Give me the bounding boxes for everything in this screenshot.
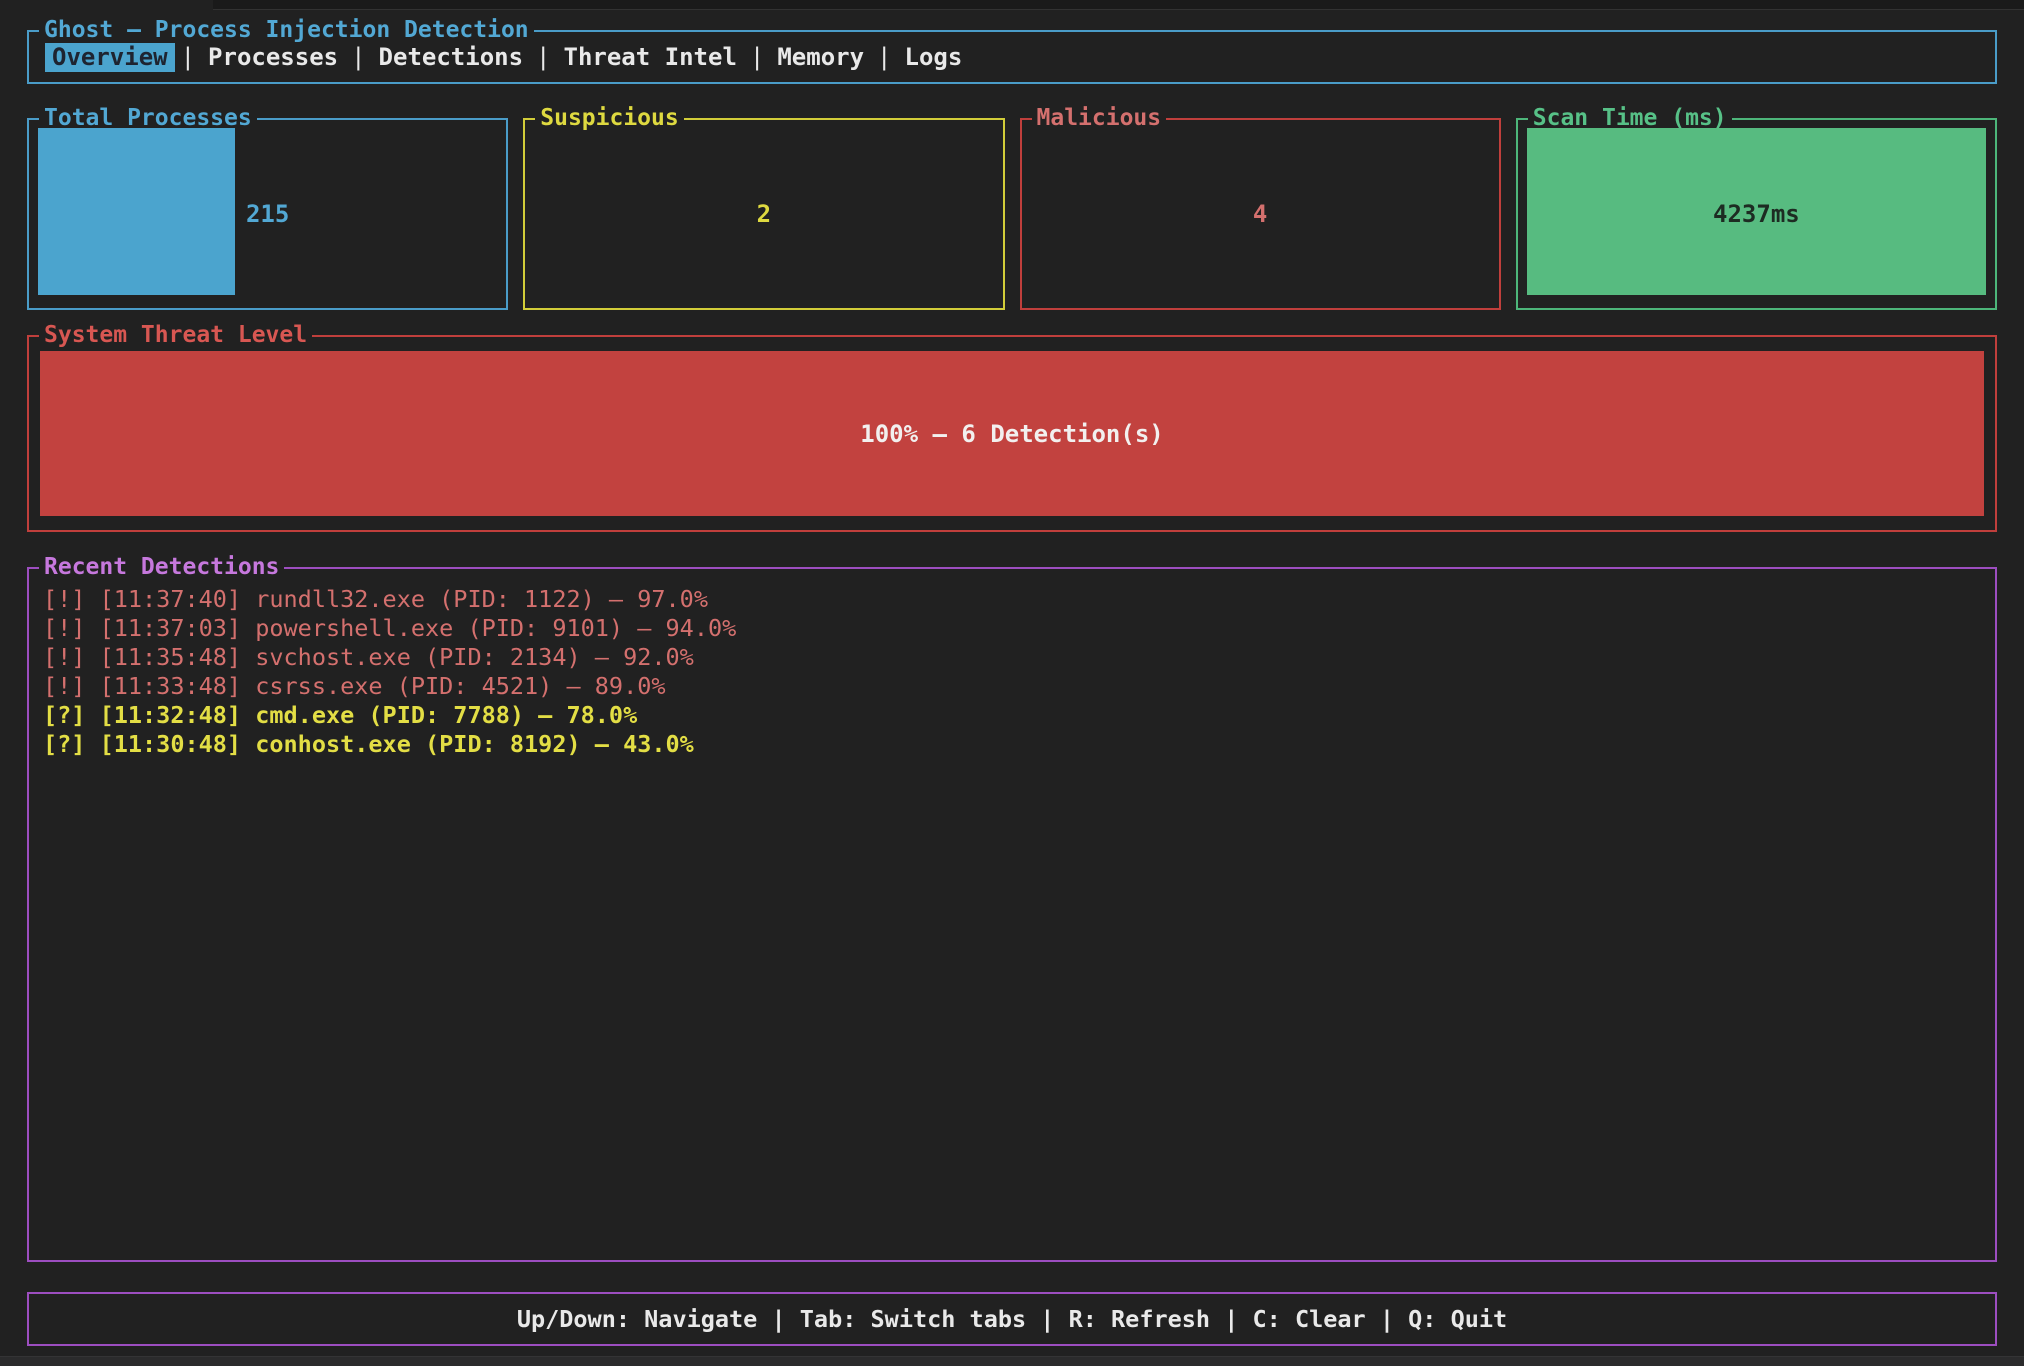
tab-threat-intel[interactable]: Threat Intel bbox=[557, 42, 744, 72]
recent-detections-box: Recent Detections [!] [11:37:40] rundll3… bbox=[27, 567, 1997, 1262]
threat-level-box: System Threat Level 100% — 6 Detection(s… bbox=[27, 335, 1997, 532]
tab-processes[interactable]: Processes bbox=[201, 42, 345, 72]
detection-row[interactable]: [!] [11:37:40] rundll32.exe (PID: 1122) … bbox=[43, 585, 1981, 614]
tab-separator: | bbox=[744, 43, 770, 71]
tab-overview[interactable]: Overview bbox=[45, 42, 175, 72]
suspicious-value: 2 bbox=[534, 200, 993, 228]
tab-separator: | bbox=[345, 43, 371, 71]
terminal-bottom-edge bbox=[0, 1356, 2024, 1366]
scan-time-gauge: 4237ms bbox=[1527, 128, 1986, 295]
total-processes-value: 215 bbox=[38, 200, 497, 228]
stat-total-processes: Total Processes 215 bbox=[27, 118, 508, 310]
recent-detections-title: Recent Detections bbox=[39, 554, 284, 580]
stat-scan-time: Scan Time (ms) 4237ms bbox=[1516, 118, 1997, 310]
threat-level-gauge: 100% — 6 Detection(s) bbox=[40, 351, 1984, 516]
app-title: Ghost — Process Injection Detection bbox=[39, 17, 534, 43]
scan-time-value: 4237ms bbox=[1527, 200, 1986, 228]
terminal-top-edge bbox=[213, 0, 2024, 10]
malicious-gauge: 4 bbox=[1031, 128, 1490, 295]
detection-row[interactable]: [?] [11:32:48] cmd.exe (PID: 7788) — 78.… bbox=[43, 701, 1981, 730]
stats-row: Total Processes 215 Suspicious 2 Malicio… bbox=[27, 118, 1997, 310]
detection-list: [!] [11:37:40] rundll32.exe (PID: 1122) … bbox=[29, 569, 1995, 759]
threat-level-title: System Threat Level bbox=[39, 322, 312, 348]
tab-detections[interactable]: Detections bbox=[372, 42, 531, 72]
header-box: Ghost — Process Injection Detection Over… bbox=[27, 30, 1997, 84]
detection-row[interactable]: [!] [11:33:48] csrss.exe (PID: 4521) — 8… bbox=[43, 672, 1981, 701]
app-root: Ghost — Process Injection Detection Over… bbox=[27, 30, 1997, 1346]
detection-row[interactable]: [!] [11:37:03] powershell.exe (PID: 9101… bbox=[43, 614, 1981, 643]
stat-malicious: Malicious 4 bbox=[1020, 118, 1501, 310]
stat-suspicious: Suspicious 2 bbox=[523, 118, 1004, 310]
total-processes-gauge: 215 bbox=[38, 128, 497, 295]
keyboard-hints: Up/Down: Navigate | Tab: Switch tabs | R… bbox=[29, 1294, 1995, 1344]
tab-separator: | bbox=[175, 43, 201, 71]
suspicious-gauge: 2 bbox=[534, 128, 993, 295]
malicious-value: 4 bbox=[1031, 200, 1490, 228]
footer-bar: Up/Down: Navigate | Tab: Switch tabs | R… bbox=[27, 1292, 1997, 1346]
detection-row[interactable]: [?] [11:30:48] conhost.exe (PID: 8192) —… bbox=[43, 730, 1981, 759]
tab-logs[interactable]: Logs bbox=[898, 42, 970, 72]
tab-memory[interactable]: Memory bbox=[770, 42, 871, 72]
tab-separator: | bbox=[530, 43, 556, 71]
threat-level-label: 100% — 6 Detection(s) bbox=[40, 420, 1984, 448]
tab-separator: | bbox=[871, 43, 897, 71]
detection-row[interactable]: [!] [11:35:48] svchost.exe (PID: 2134) —… bbox=[43, 643, 1981, 672]
